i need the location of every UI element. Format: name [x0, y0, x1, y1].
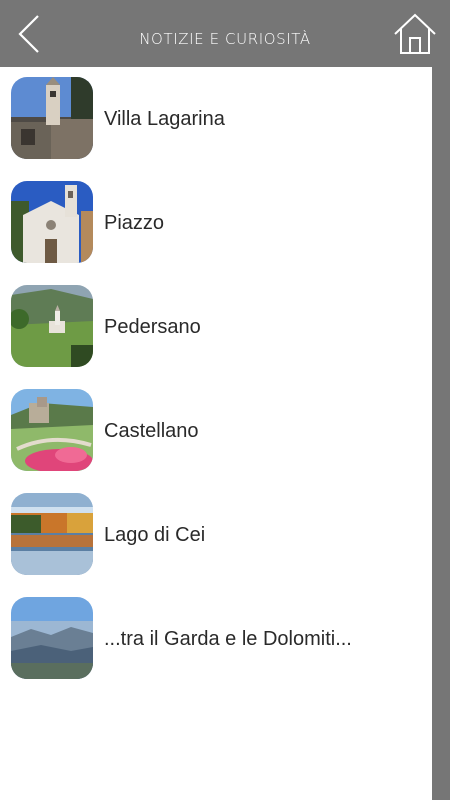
- lake-autumn-photo: [11, 493, 93, 575]
- list-item-label: Lago di Cei: [104, 524, 206, 546]
- app-header: NOTIZIE E CURIOSITÀ: [0, 0, 450, 67]
- scrollbar[interactable]: [432, 67, 450, 800]
- list-item-pedersano[interactable]: Pedersano: [0, 275, 432, 379]
- list-item-garda-dolomiti[interactable]: ...tra il Garda e le Dolomiti...: [0, 587, 432, 691]
- home-button[interactable]: [392, 10, 438, 58]
- white-church-photo: [11, 181, 93, 263]
- list-item-piazzo[interactable]: Piazzo: [0, 171, 432, 275]
- home-icon: [394, 13, 436, 54]
- list-item-label: ...tra il Garda e le Dolomiti...: [104, 628, 352, 650]
- page-title: NOTIZIE E CURIOSITÀ: [139, 30, 311, 48]
- mountain-panorama-photo: [11, 597, 93, 679]
- list-item-label: Piazzo: [104, 212, 165, 234]
- news-list: Villa Lagarina Piazzo Pedersano Castella…: [0, 67, 432, 800]
- list-item-lago-di-cei[interactable]: Lago di Cei: [0, 483, 432, 587]
- list-item-castellano[interactable]: Castellano: [0, 379, 432, 483]
- castle-garden-photo: [11, 389, 93, 471]
- valley-village-photo: [11, 285, 93, 367]
- list-item-label: Pedersano: [104, 316, 201, 338]
- list-item-label: Castellano: [104, 420, 199, 442]
- church-tower-photo: [11, 77, 93, 159]
- list-item-label: Villa Lagarina: [104, 108, 225, 130]
- list-item-villa-lagarina[interactable]: Villa Lagarina: [0, 67, 432, 171]
